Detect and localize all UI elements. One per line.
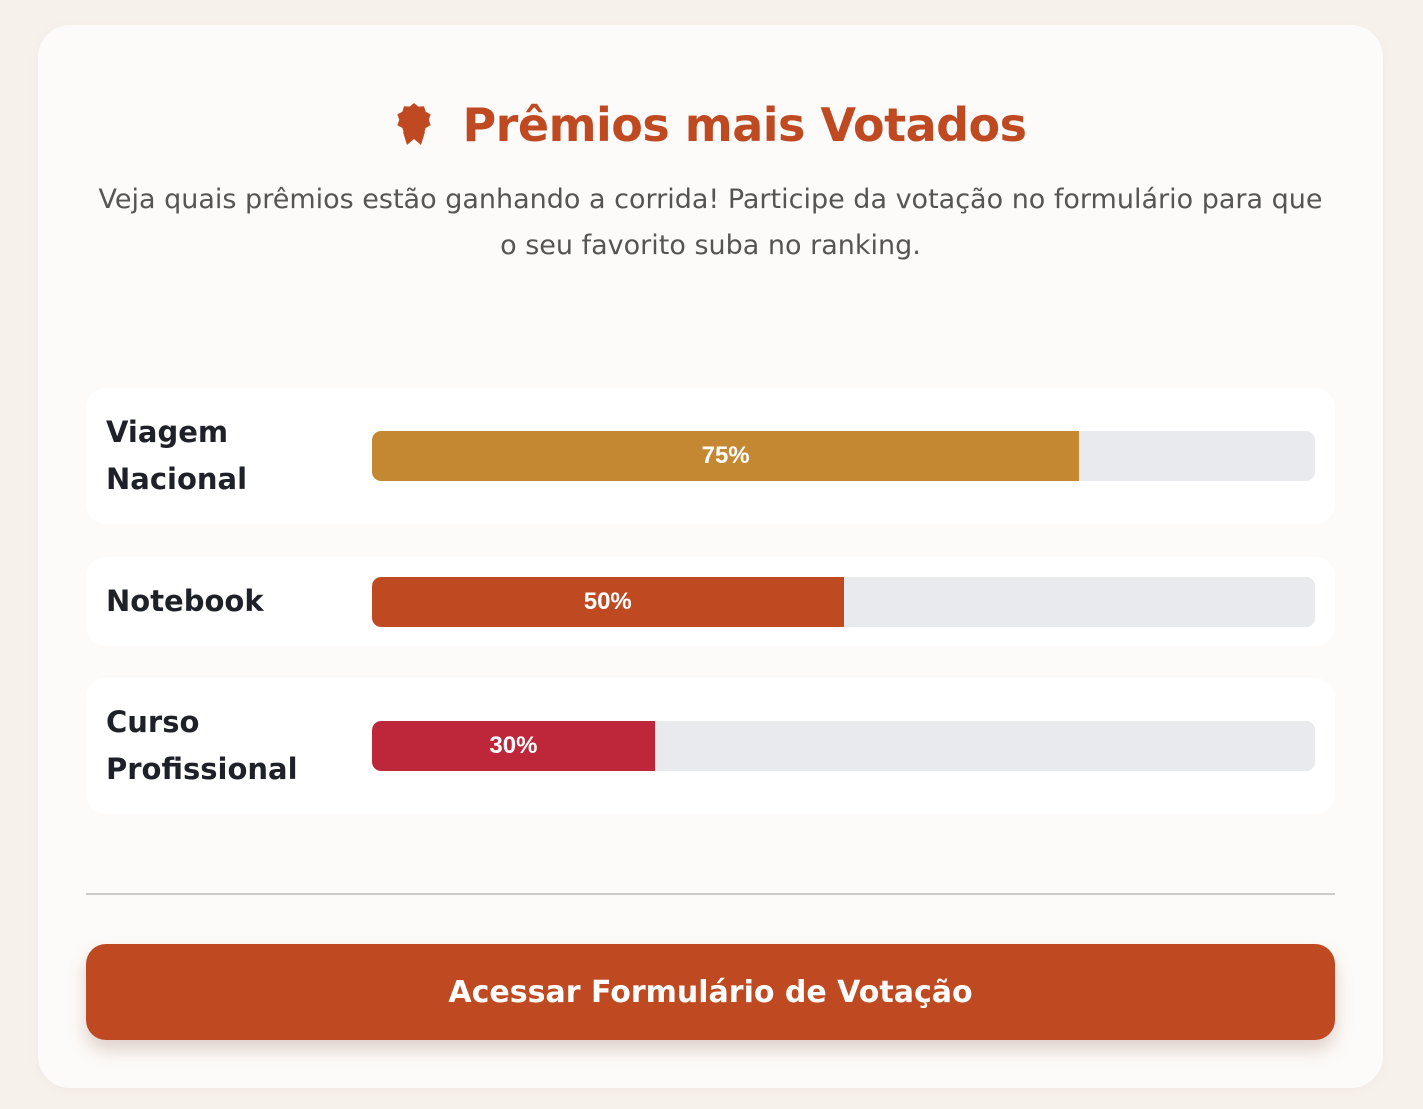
progress-bar-fill: 50% <box>372 576 844 627</box>
progress-percent: 50% <box>583 587 632 615</box>
ranking-row: Notebook 50% <box>86 557 1335 646</box>
voting-form-button[interactable]: Acessar Formulário de Votação <box>86 944 1335 1040</box>
progress-track: 75% <box>372 431 1315 481</box>
ranking-row: Viagem Nacional 75% <box>86 388 1335 524</box>
ranking-item-label: Viagem Nacional <box>106 415 248 496</box>
progress-bar-fill: 75% <box>372 431 1080 481</box>
ranking-item-label: Notebook <box>106 584 264 618</box>
progress-bar-fill: 30% <box>372 721 655 771</box>
progress-percent: 75% <box>701 442 750 469</box>
progress-track: 50% <box>372 576 1315 627</box>
ranking-item-label: Curso Profissional <box>106 705 298 786</box>
card-header: Prêmios mais Votados <box>38 97 1383 153</box>
page-subtitle: Veja quais prêmios estão ganhando a corr… <box>98 184 1323 261</box>
award-icon <box>397 103 432 145</box>
section-divider <box>86 893 1335 895</box>
ranking-card: Prêmios mais Votados Veja quais prêmios … <box>38 25 1383 1088</box>
progress-track: 30% <box>372 721 1315 771</box>
page-title: Prêmios mais Votados <box>462 98 1027 152</box>
ranking-row: Curso Profissional 30% <box>86 678 1335 814</box>
progress-percent: 30% <box>489 732 538 759</box>
